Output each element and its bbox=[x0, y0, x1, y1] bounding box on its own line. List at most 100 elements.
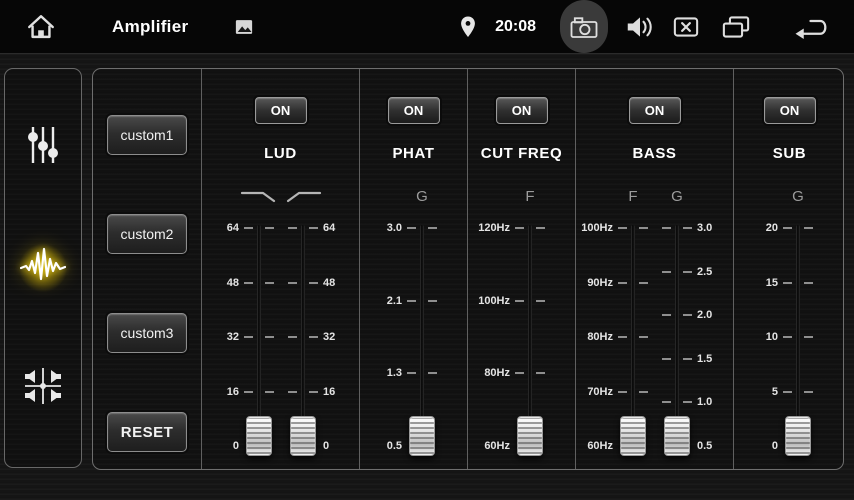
camera-button-highlight[interactable] bbox=[560, 0, 608, 53]
tick-mark bbox=[515, 227, 524, 229]
page-title: Amplifier bbox=[112, 17, 188, 37]
tick-mark bbox=[309, 391, 318, 393]
scale-label: 70Hz bbox=[576, 384, 613, 400]
on-button[interactable]: ON bbox=[255, 97, 307, 124]
tick-mark bbox=[288, 336, 297, 338]
scale-label: 5 bbox=[734, 384, 778, 400]
scale-label: 15 bbox=[734, 275, 778, 291]
sidebar-item-speaker-balance[interactable] bbox=[12, 358, 74, 420]
tick-mark bbox=[536, 300, 545, 302]
tick-mark bbox=[618, 391, 627, 393]
tick-mark bbox=[683, 271, 692, 273]
slider-header-label: G bbox=[773, 188, 823, 206]
tick-mark bbox=[639, 227, 648, 229]
scale-label: 48 bbox=[323, 275, 360, 291]
scale-label: 0 bbox=[202, 438, 239, 454]
slider-knob[interactable] bbox=[409, 416, 435, 456]
tick-mark bbox=[783, 336, 792, 338]
amplifier-settings-panel: custom1 custom2 custom3 RESET ON LUD 64 48… bbox=[92, 68, 844, 470]
tick-mark bbox=[639, 391, 648, 393]
tick-mark bbox=[244, 227, 253, 229]
channel-title: PHAT bbox=[360, 145, 467, 162]
close-icon[interactable] bbox=[672, 15, 700, 39]
tick-mark bbox=[428, 372, 437, 374]
scale-label: 64 bbox=[202, 220, 239, 236]
scale-label: 0.5 bbox=[360, 438, 402, 454]
scale-label: 2.5 bbox=[697, 264, 734, 280]
scale-label: 120Hz bbox=[468, 220, 510, 236]
recent-apps-icon[interactable] bbox=[720, 14, 752, 40]
slider-knob[interactable] bbox=[785, 416, 811, 456]
tick-mark bbox=[804, 336, 813, 338]
tick-mark bbox=[683, 314, 692, 316]
sound-effects-wave-icon bbox=[20, 245, 66, 290]
channel-title: LUD bbox=[202, 145, 359, 162]
tick-mark bbox=[428, 227, 437, 229]
tick-mark bbox=[515, 372, 524, 374]
tick-mark bbox=[639, 282, 648, 284]
slider-header-label: F bbox=[608, 188, 658, 206]
clock-time[interactable]: 20:08 bbox=[495, 18, 536, 36]
tick-mark bbox=[288, 282, 297, 284]
tick-mark bbox=[265, 282, 274, 284]
scale-label: 60Hz bbox=[576, 438, 613, 454]
tick-mark bbox=[265, 227, 274, 229]
scale-label: 80Hz bbox=[468, 365, 510, 381]
custom2-button[interactable]: custom2 bbox=[107, 214, 187, 254]
scale-label: 16 bbox=[202, 384, 239, 400]
slider-knob[interactable] bbox=[517, 416, 543, 456]
channel-title: CUT FREQ bbox=[468, 145, 575, 162]
slider-knob[interactable] bbox=[620, 416, 646, 456]
home-icon[interactable] bbox=[26, 12, 56, 42]
tick-mark bbox=[515, 300, 524, 302]
channel-column-bass: ONBASSF100Hz90Hz80Hz70Hz60HzG3.02.52.01.… bbox=[575, 69, 733, 469]
scale-label: 100Hz bbox=[576, 220, 613, 236]
channel-title: SUB bbox=[734, 145, 845, 162]
scale-label: 3.0 bbox=[360, 220, 402, 236]
channel-column-lud: ONLUD 644832160 644832160 bbox=[201, 69, 359, 469]
tick-mark bbox=[244, 336, 253, 338]
volume-icon[interactable] bbox=[624, 13, 656, 41]
tick-mark bbox=[407, 372, 416, 374]
scale-label: 100Hz bbox=[468, 293, 510, 309]
channel-column-phat: ONPHATG3.02.11.30.5 bbox=[359, 69, 467, 469]
tick-mark bbox=[804, 391, 813, 393]
slider-header-label: G bbox=[652, 188, 702, 206]
back-icon[interactable] bbox=[794, 13, 830, 41]
scale-label: 20 bbox=[734, 220, 778, 236]
on-button[interactable]: ON bbox=[388, 97, 440, 124]
custom3-button[interactable]: custom3 bbox=[107, 313, 187, 353]
scale-label: 1.5 bbox=[697, 351, 734, 367]
camera-icon[interactable] bbox=[569, 14, 599, 40]
scale-label: 16 bbox=[323, 384, 360, 400]
tick-mark bbox=[536, 227, 545, 229]
slider-knob[interactable] bbox=[246, 416, 272, 456]
presets-column: custom1 custom2 custom3 RESET bbox=[93, 69, 201, 469]
slider-knob[interactable] bbox=[290, 416, 316, 456]
tick-mark bbox=[783, 391, 792, 393]
tick-mark bbox=[428, 300, 437, 302]
tick-mark bbox=[288, 391, 297, 393]
tick-mark bbox=[309, 282, 318, 284]
on-button[interactable]: ON bbox=[629, 97, 681, 124]
slider-knob[interactable] bbox=[664, 416, 690, 456]
sidebar-item-equalizer[interactable] bbox=[12, 116, 74, 178]
on-button[interactable]: ON bbox=[764, 97, 816, 124]
scale-label: 2.1 bbox=[360, 293, 402, 309]
channel-column-cut-freq: ONCUT FREQF120Hz100Hz80Hz60Hz bbox=[467, 69, 575, 469]
slider-header-label: G bbox=[397, 188, 447, 206]
tick-mark bbox=[804, 227, 813, 229]
high-pass-curve-icon bbox=[278, 188, 328, 206]
sidebar-item-sound-effects[interactable] bbox=[12, 237, 74, 299]
reset-button[interactable]: RESET bbox=[107, 412, 187, 452]
top-status-bar: Amplifier 20:08 bbox=[0, 0, 854, 54]
image-icon[interactable] bbox=[234, 17, 254, 37]
on-button[interactable]: ON bbox=[496, 97, 548, 124]
location-icon[interactable] bbox=[459, 15, 477, 39]
equalizer-sliders-icon bbox=[23, 124, 63, 171]
tick-mark bbox=[407, 227, 416, 229]
tick-mark bbox=[407, 300, 416, 302]
scale-label: 1.0 bbox=[697, 394, 734, 410]
tick-mark bbox=[804, 282, 813, 284]
custom1-button[interactable]: custom1 bbox=[107, 115, 187, 155]
